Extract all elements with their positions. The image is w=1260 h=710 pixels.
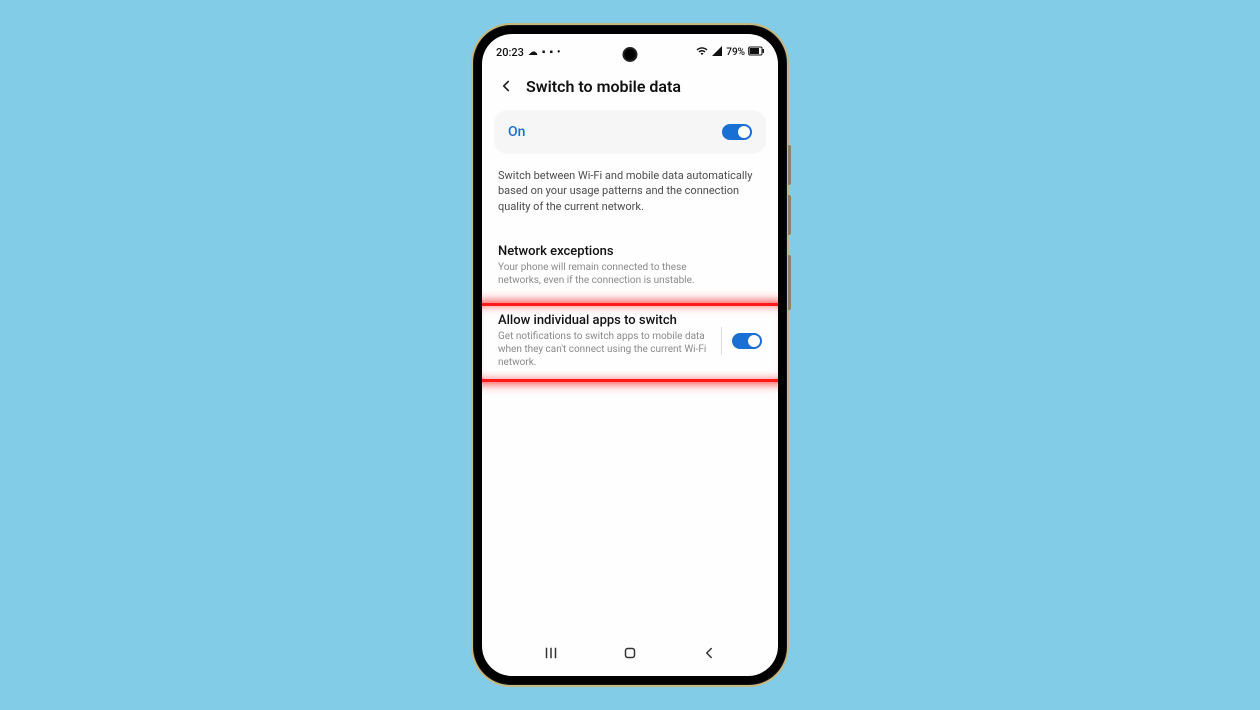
wifi-icon (696, 45, 708, 60)
status-time: 20:23 (496, 46, 524, 59)
power-button[interactable] (788, 255, 791, 310)
main-toggle-card[interactable]: On (494, 110, 766, 154)
network-exceptions-subtitle: Your phone will remain connected to thes… (498, 261, 718, 287)
phone-frame: 20:23 ☁ ▪ ▪ • 79% (473, 25, 787, 685)
battery-icon (748, 46, 764, 59)
battery-text: 79% (726, 47, 745, 58)
content: On Switch between Wi-Fi and mobile data … (482, 110, 778, 636)
allow-individual-toggle-switch[interactable] (732, 333, 762, 349)
allow-individual-apps-row[interactable]: Allow individual apps to switch Get noti… (482, 303, 778, 379)
header: Switch to mobile data (482, 66, 778, 110)
status-right: 79% (696, 45, 764, 60)
description-text: Switch between Wi-Fi and mobile data aut… (482, 154, 778, 234)
notification-icon-2: ▪ (549, 47, 553, 58)
cloud-icon: ☁ (528, 47, 538, 58)
back-button[interactable] (496, 76, 516, 96)
allow-individual-title: Allow individual apps to switch (498, 313, 711, 328)
nav-back-button[interactable] (699, 643, 719, 663)
network-exceptions-title: Network exceptions (498, 244, 762, 259)
recents-button[interactable] (541, 643, 561, 663)
network-exceptions-row[interactable]: Network exceptions Your phone will remai… (482, 234, 778, 297)
volume-up-button[interactable] (788, 145, 791, 185)
main-toggle-switch[interactable] (722, 124, 752, 140)
allow-individual-subtitle: Get notifications to switch apps to mobi… (498, 330, 711, 369)
notification-icon: ▪ (542, 47, 546, 58)
camera-notch (625, 49, 636, 60)
phone-screen: 20:23 ☁ ▪ ▪ • 79% (482, 34, 778, 676)
navigation-bar (482, 636, 778, 676)
home-button[interactable] (620, 643, 640, 663)
more-notifications-icon: • (557, 47, 561, 58)
main-toggle-label: On (508, 124, 525, 140)
allow-individual-toggle-wrap (721, 327, 762, 355)
signal-icon (711, 45, 723, 60)
volume-down-button[interactable] (788, 195, 791, 235)
status-left: 20:23 ☁ ▪ ▪ • (496, 46, 561, 59)
page-title: Switch to mobile data (526, 77, 681, 96)
